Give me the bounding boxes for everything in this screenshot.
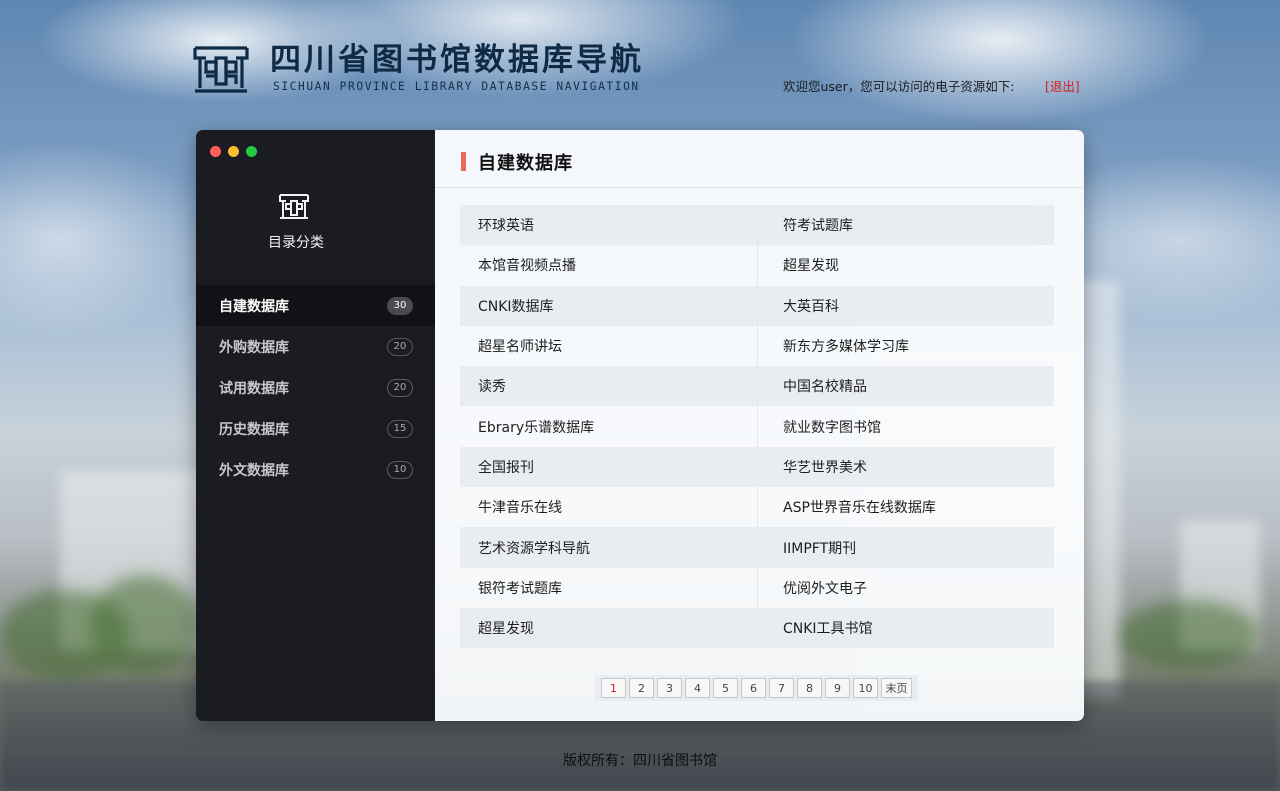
database-link[interactable]: 优阅外文电子 [757,567,1054,608]
content-area: 自建数据库 环球英语 符考试题库 本馆音视频点播 超星发现 CNKI数据库 大英… [435,130,1084,721]
sidebar-item-label: 历史数据库 [219,421,289,438]
sidebar-item-self-built[interactable]: 自建数据库 30 [196,285,435,326]
database-link[interactable]: 华艺世界美术 [757,446,1054,488]
table-row: 艺术资源学科导航 IIMPFT期刊 [460,527,1054,568]
sidebar-item-trial[interactable]: 试用数据库 20 [196,367,435,408]
database-link[interactable]: 本馆音视频点播 [460,245,757,285]
background-tree [1120,600,1260,670]
database-link[interactable]: 银符考试题库 [460,568,757,608]
content-header: 自建数据库 [435,130,1084,188]
database-list: 环球英语 符考试题库 本馆音视频点播 超星发现 CNKI数据库 大英百科 超星名… [460,205,1054,649]
site-title: 四川省图书馆数据库导航 [270,42,644,78]
page-button[interactable]: 5 [713,678,738,698]
database-link[interactable]: 中国名校精品 [757,366,1054,407]
database-link[interactable]: CNKI工具书馆 [757,607,1054,649]
table-row: 超星发现 CNKI工具书馆 [460,607,1054,649]
table-row: 超星名师讲坛 新东方多媒体学习库 [460,325,1054,367]
title-accent-bar [461,152,466,171]
database-link[interactable]: ASP世界音乐在线数据库 [757,487,1054,528]
database-link[interactable]: 读秀 [460,366,757,406]
pagination: 1 2 3 4 5 6 7 8 9 10 末页 [595,675,918,701]
count-badge: 10 [387,460,413,479]
library-building-icon [279,194,309,219]
sidebar-item-label: 外购数据库 [219,339,289,356]
last-page-button[interactable]: 末页 [881,678,912,698]
sidebar-item-label: 外文数据库 [219,462,289,479]
maximize-dot-icon[interactable] [246,146,257,157]
category-nav: 自建数据库 30 外购数据库 20 试用数据库 20 历史数据库 15 外文数据… [196,285,435,490]
database-link[interactable]: 牛津音乐在线 [460,487,757,527]
database-link[interactable]: 新东方多媒体学习库 [757,325,1054,367]
table-row: Ebrary乐谱数据库 就业数字图书馆 [460,406,1054,447]
count-badge: 20 [387,378,413,397]
table-row: 牛津音乐在线 ASP世界音乐在线数据库 [460,487,1054,528]
table-row: 本馆音视频点播 超星发现 [460,245,1054,286]
database-link[interactable]: CNKI数据库 [460,286,757,326]
section-title: 自建数据库 [478,153,573,174]
category-title: 目录分类 [268,235,324,251]
page-button[interactable]: 3 [657,678,682,698]
database-link[interactable]: 全国报刊 [460,447,757,487]
page-button[interactable]: 4 [685,678,710,698]
logout-link[interactable]: [退出] [1045,76,1080,95]
database-link[interactable]: 超星发现 [460,608,757,648]
count-badge: 20 [387,337,413,356]
database-link[interactable]: 符考试题库 [757,205,1054,246]
site-subtitle: SICHUAN PROVINCE LIBRARY DATABASE NAVIGA… [273,80,640,93]
page-button[interactable]: 10 [853,678,878,698]
table-row: 全国报刊 华艺世界美术 [460,446,1054,488]
database-link[interactable]: 艺术资源学科导航 [460,527,757,567]
minimize-dot-icon[interactable] [228,146,239,157]
database-link[interactable]: Ebrary乐谱数据库 [460,406,757,446]
database-link[interactable]: 大英百科 [757,285,1054,326]
database-link[interactable]: 环球英语 [460,205,757,245]
sidebar-item-history[interactable]: 历史数据库 15 [196,408,435,449]
page-button-current[interactable]: 1 [601,678,626,698]
database-link[interactable]: 超星发现 [757,245,1054,286]
table-row: 银符考试题库 优阅外文电子 [460,567,1054,608]
sidebar-item-foreign[interactable]: 外文数据库 10 [196,449,435,490]
database-link[interactable]: 就业数字图书馆 [757,406,1054,447]
page-button[interactable]: 2 [629,678,654,698]
sidebar-item-label: 试用数据库 [219,380,289,397]
welcome-text: 欢迎您user，您可以访问的电子资源如下: [783,79,1015,94]
count-badge: 15 [387,419,413,438]
background-tree [90,575,200,675]
sidebar-item-purchased[interactable]: 外购数据库 20 [196,326,435,367]
count-badge: 30 [387,296,413,315]
table-row: CNKI数据库 大英百科 [460,285,1054,326]
page-button[interactable]: 7 [769,678,794,698]
database-link[interactable]: 超星名师讲坛 [460,326,757,366]
copyright-footer: 版权所有：四川省图书馆 [563,753,717,769]
sidebar-item-label: 自建数据库 [219,298,289,315]
table-row: 读秀 中国名校精品 [460,366,1054,407]
close-dot-icon[interactable] [210,146,221,157]
sidebar: 目录分类 自建数据库 30 外购数据库 20 试用数据库 20 历史数据库 15… [196,130,435,721]
page-button[interactable]: 9 [825,678,850,698]
page-button[interactable]: 8 [797,678,822,698]
window-controls [210,146,257,157]
database-link[interactable]: IIMPFT期刊 [757,527,1054,568]
page-button[interactable]: 6 [741,678,766,698]
table-row: 环球英语 符考试题库 [460,205,1054,246]
main-panel: 目录分类 自建数据库 30 外购数据库 20 试用数据库 20 历史数据库 15… [196,130,1084,721]
library-building-icon [193,46,249,93]
